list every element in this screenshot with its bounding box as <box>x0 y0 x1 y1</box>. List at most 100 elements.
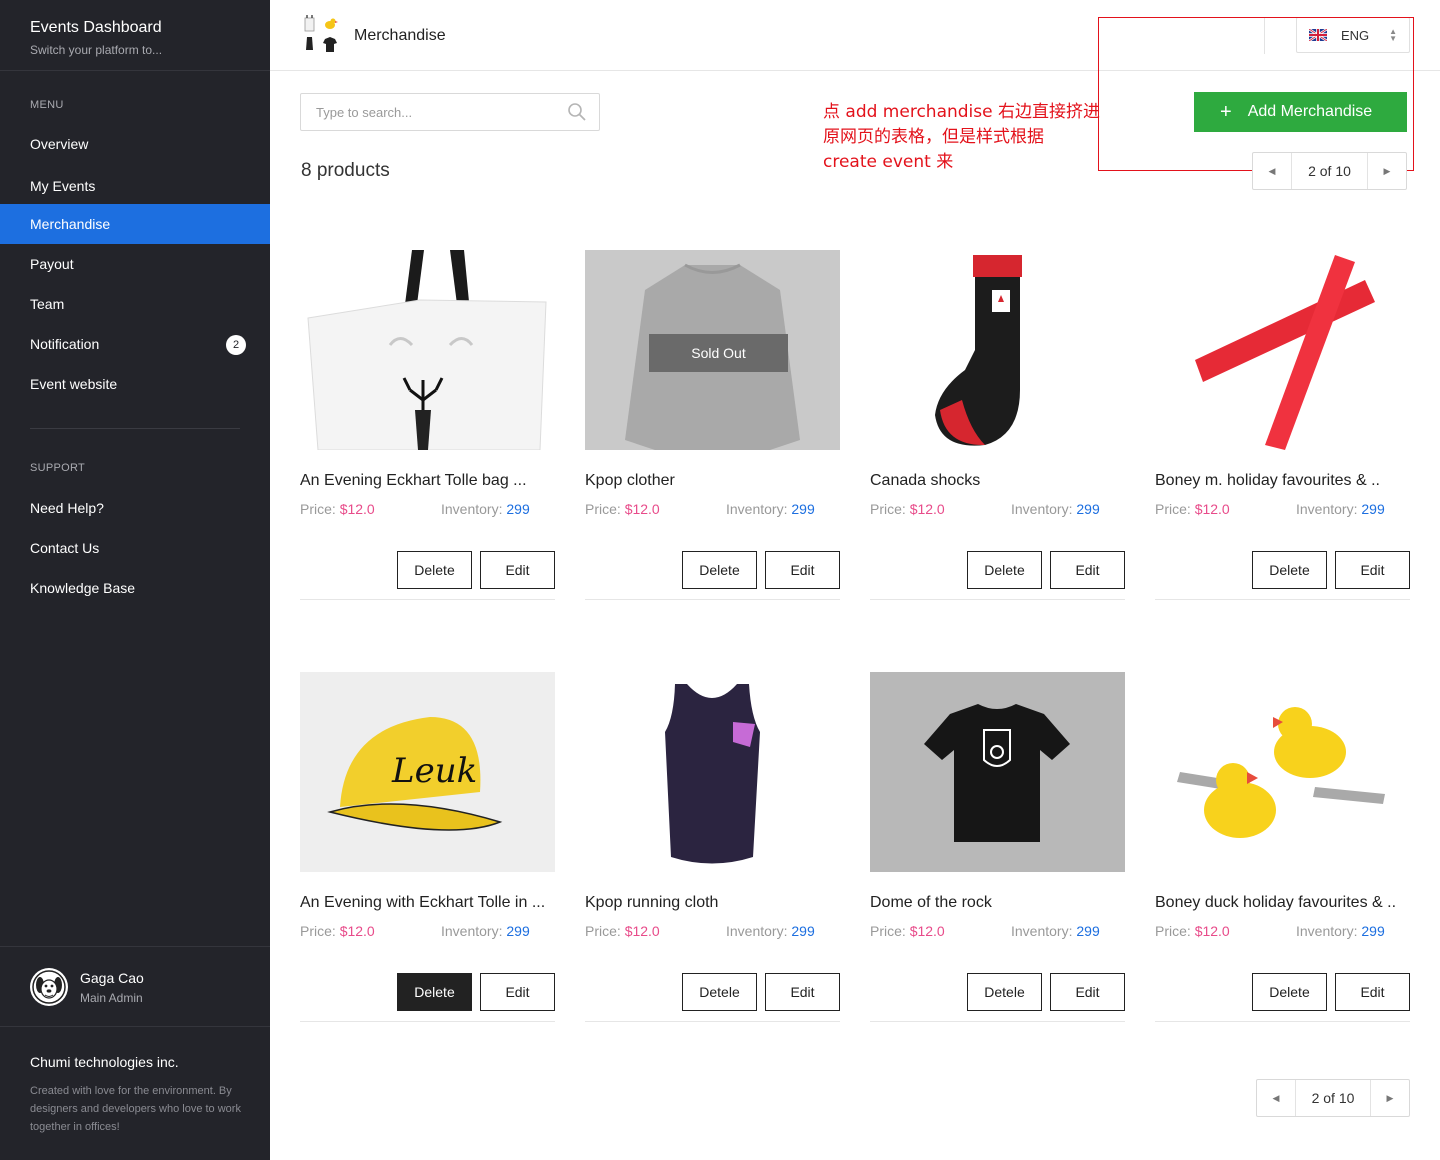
dog-avatar-icon <box>32 970 66 1004</box>
delete-button[interactable]: Delete <box>1252 551 1327 589</box>
product-card: Dome of the rock Price: $12.0 Inventory:… <box>870 672 1125 1022</box>
product-name[interactable]: Boney duck holiday favourites & .. <box>1155 894 1410 912</box>
chevron-right-icon[interactable]: ▶ <box>1368 153 1406 189</box>
sidebar-item-event-website[interactable]: Event website <box>0 364 270 404</box>
product-inventory: Inventory: 299 <box>726 501 815 517</box>
product-image[interactable] <box>1155 250 1410 450</box>
delete-button[interactable]: Delete <box>397 973 472 1011</box>
edit-button[interactable]: Edit <box>1050 973 1125 1011</box>
edit-button[interactable]: Edit <box>765 551 840 589</box>
socks-image <box>870 250 1125 450</box>
sidebar-header[interactable]: Events Dashboard Switch your platform to… <box>0 0 270 71</box>
inventory-label: Inventory: <box>441 501 503 517</box>
product-name[interactable]: An Evening Eckhart Tolle bag ... <box>300 472 555 490</box>
edit-button[interactable]: Edit <box>765 973 840 1011</box>
user-profile[interactable]: Gaga Cao Main Admin <box>0 946 270 1027</box>
edit-button[interactable]: Edit <box>1050 551 1125 589</box>
user-role: Main Admin <box>80 991 143 1005</box>
chevron-left-icon[interactable]: ◀ <box>1253 153 1291 189</box>
add-merchandise-button[interactable]: + Add Merchandise <box>1194 92 1407 132</box>
price-label: Price: <box>1155 501 1191 517</box>
product-image[interactable]: Sold Out <box>585 250 840 450</box>
delete-button[interactable]: Delete <box>397 551 472 589</box>
tshirt-image <box>870 672 1125 872</box>
edit-button[interactable]: Edit <box>1335 973 1410 1011</box>
inventory-value: 299 <box>506 923 530 939</box>
product-price: Price: $12.0 <box>1155 501 1230 517</box>
product-inventory: Inventory: 299 <box>726 923 815 939</box>
product-price: Price: $12.0 <box>300 501 375 517</box>
edit-button[interactable]: Edit <box>480 973 555 1011</box>
price-value: $12.0 <box>909 501 945 517</box>
page-indicator: 2 of 10 <box>1295 1080 1371 1116</box>
product-name[interactable]: Boney m. holiday favourites & .. <box>1155 472 1410 490</box>
tote-bag-image <box>300 250 555 450</box>
chevron-right-icon[interactable]: ▶ <box>1371 1080 1409 1116</box>
product-inventory: Inventory: 299 <box>1011 923 1100 939</box>
product-name[interactable]: Canada shocks <box>870 472 1125 490</box>
sidebar-item-team[interactable]: Team <box>0 284 270 324</box>
pagination-bottom: ◀ 2 of 10 ▶ <box>1256 1079 1410 1117</box>
product-inventory: Inventory: 299 <box>441 501 530 517</box>
sidebar-item-merchandise[interactable]: Merchandise <box>0 204 270 244</box>
product-image[interactable] <box>585 672 840 872</box>
product-card: Boney duck holiday favourites & .. Price… <box>1155 672 1410 1022</box>
delete-button[interactable]: Delete <box>682 551 757 589</box>
product-name[interactable]: Kpop running cloth <box>585 894 840 912</box>
search-box[interactable] <box>300 93 600 131</box>
product-card: Leuk An Evening with Eckhart Tolle in ..… <box>300 672 555 1022</box>
sidebar-item-label: Notification <box>30 336 100 352</box>
duck-cufflinks-image <box>1155 672 1410 872</box>
chevron-left-icon[interactable]: ◀ <box>1257 1080 1295 1116</box>
avatar <box>30 968 68 1006</box>
product-name[interactable]: Dome of the rock <box>870 894 1125 912</box>
page-title: Merchandise <box>354 27 446 44</box>
notification-count-badge: 2 <box>226 335 246 355</box>
product-image[interactable] <box>300 250 555 450</box>
inventory-value: 299 <box>1361 501 1385 517</box>
company-name: Chumi technologies inc. <box>30 1054 179 1070</box>
sidebar-divider <box>30 428 240 429</box>
product-image[interactable] <box>1155 672 1410 872</box>
price-label: Price: <box>870 923 906 939</box>
menu-section-label: MENU <box>30 99 64 111</box>
inventory-label: Inventory: <box>441 923 503 939</box>
edit-button[interactable]: Edit <box>1335 551 1410 589</box>
sidebar-item-overview[interactable]: Overview <box>0 124 270 164</box>
sidebar-item-contact-us[interactable]: Contact Us <box>0 528 270 568</box>
sidebar-item-knowledge-base[interactable]: Knowledge Base <box>0 568 270 608</box>
inventory-value: 299 <box>1361 923 1385 939</box>
add-merchandise-label: Add Merchandise <box>1247 103 1373 120</box>
svg-text:Leuk: Leuk <box>391 751 477 791</box>
delete-button[interactable]: Delete <box>1252 973 1327 1011</box>
product-card: An Evening Eckhart Tolle bag ... Price: … <box>300 250 555 600</box>
product-inventory: Inventory: 299 <box>441 923 530 939</box>
page-indicator: 2 of 10 <box>1291 153 1368 189</box>
search-input[interactable] <box>301 94 541 130</box>
product-card: Boney m. holiday favourites & .. Price: … <box>1155 250 1410 600</box>
product-name[interactable]: An Evening with Eckhart Tolle in ... <box>300 894 555 912</box>
product-name[interactable]: Kpop clother <box>585 472 840 490</box>
support-section-label: SUPPORT <box>30 462 86 474</box>
delete-button[interactable]: Detele <box>682 973 757 1011</box>
app-title: Events Dashboard <box>30 19 162 36</box>
price-value: $12.0 <box>624 923 660 939</box>
price-label: Price: <box>585 923 621 939</box>
pagination-top: ◀ 2 of 10 ▶ <box>1252 152 1407 190</box>
product-card: Sold Out Kpop clother Price: $12.0 Inven… <box>585 250 840 600</box>
edit-button[interactable]: Edit <box>480 551 555 589</box>
search-icon[interactable] <box>567 102 587 122</box>
product-price: Price: $12.0 <box>300 923 375 939</box>
price-value: $12.0 <box>909 923 945 939</box>
delete-button[interactable]: Delete <box>967 551 1042 589</box>
product-image[interactable]: Leuk <box>300 672 555 872</box>
inventory-value: 299 <box>791 501 815 517</box>
tank-top-image <box>585 672 840 872</box>
sidebar-item-my-events[interactable]: My Events <box>0 166 270 206</box>
sidebar-item-notification[interactable]: Notification 2 <box>0 324 270 364</box>
delete-button[interactable]: Detele <box>967 973 1042 1011</box>
sidebar-item-payout[interactable]: Payout <box>0 244 270 284</box>
product-image[interactable] <box>870 250 1125 450</box>
product-image[interactable] <box>870 672 1125 872</box>
sidebar-item-need-help[interactable]: Need Help? <box>0 488 270 528</box>
